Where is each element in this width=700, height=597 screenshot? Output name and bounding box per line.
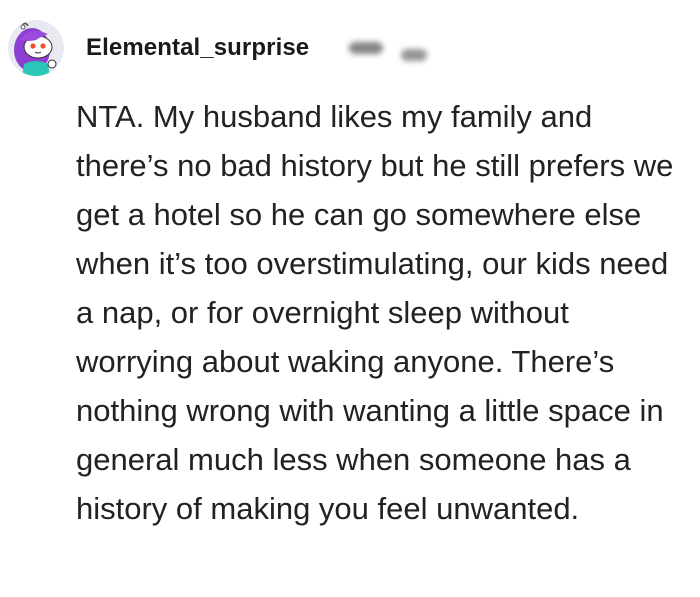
comment-body: NTA. My husband likes my family and ther…	[76, 99, 674, 526]
comment-author[interactable]: Elemental_surprise	[86, 34, 309, 62]
avatar-illustration	[14, 22, 57, 76]
blurred-meta-b	[401, 49, 428, 61]
user-avatar-icon[interactable]	[8, 20, 64, 76]
comment-card: Elemental_surprise NTA. My husband likes…	[0, 0, 700, 597]
blurred-metadata	[349, 35, 428, 61]
blurred-meta-a	[349, 42, 384, 54]
comment-header: Elemental_surprise	[8, 18, 428, 78]
